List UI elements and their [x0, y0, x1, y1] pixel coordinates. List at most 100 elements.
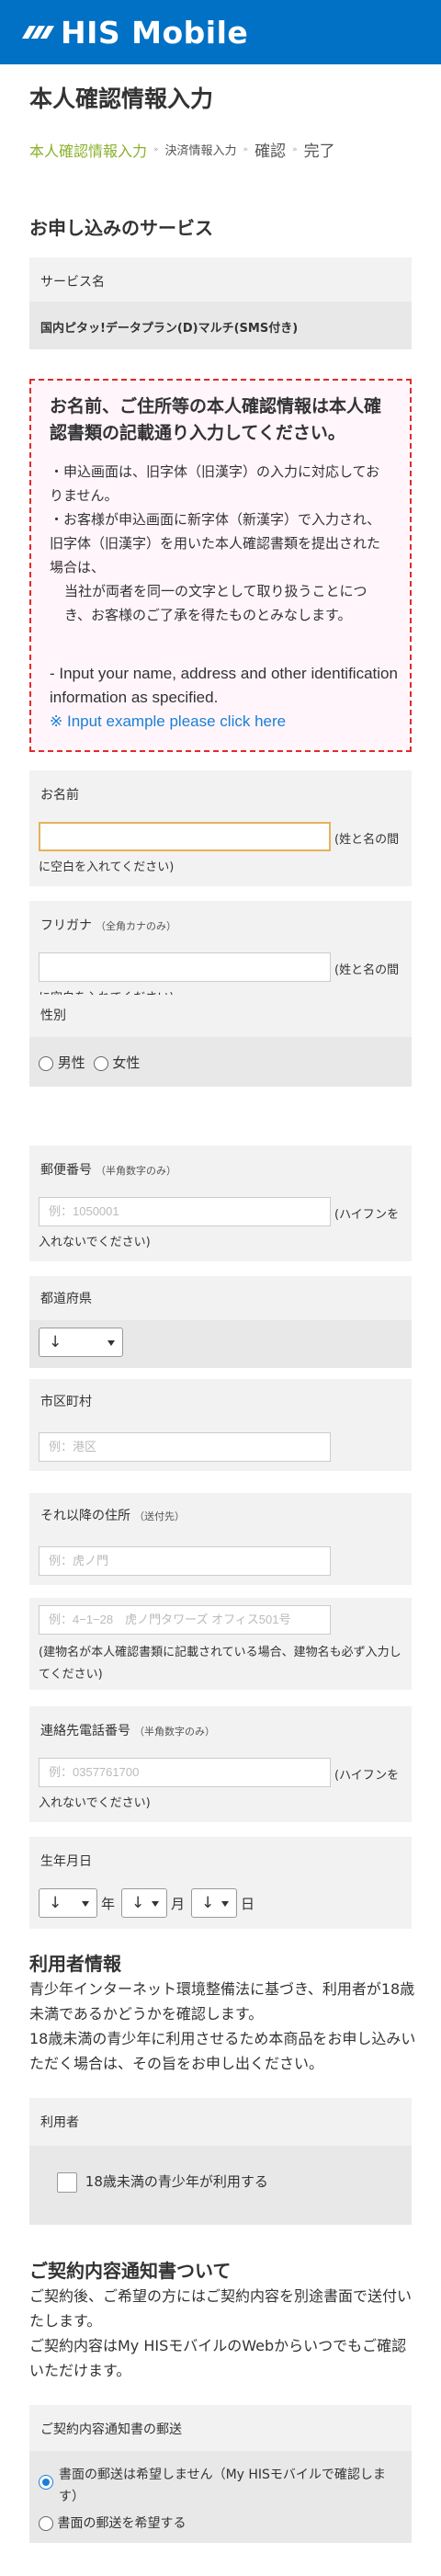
notice-title: お名前、ご住所等の本人確認情報は本人確認書類の記載通り入力してください。 — [50, 396, 382, 443]
phone-hint: （半角数字のみ） — [134, 1726, 215, 1738]
prefecture-select[interactable]: ↓ — [39, 1328, 123, 1357]
logo-swoosh-icon — [21, 24, 55, 40]
building-field-group: 例：4−1−28 虎ノ門タワーズ オフィス501号 (建物名が本人確認書類に記載… — [29, 1598, 412, 1690]
name-note: (姓と名の間 — [334, 833, 400, 847]
address-label: それ以降の住所 （送付先） — [40, 1506, 185, 1524]
furigana-label: フリガナ （全角カナのみ） — [40, 916, 176, 934]
city-field-group: 市区町村 例：港区 — [29, 1379, 412, 1471]
under18-label[interactable]: 18歳未満の青少年が利用する — [85, 2173, 268, 2190]
birth-month-value: ↓ — [131, 1894, 145, 1912]
gender-male-label[interactable]: 男性 — [58, 1054, 85, 1071]
breadcrumb-step-complete: 完了 — [303, 142, 335, 161]
user-info-text-1: 青少年インターネット環境整備法に基づき、利用者が18歳未満であるかどうかを確認し… — [29, 1980, 415, 2023]
address-hint: （送付先） — [134, 1510, 185, 1522]
gender-label: 性別 — [40, 1009, 66, 1023]
postal-note-continued: 入れないでください) — [39, 1236, 151, 1249]
under18-checkbox[interactable] — [57, 2171, 77, 2193]
name-input[interactable] — [39, 822, 331, 851]
address-input[interactable]: 例：虎ノ門 — [39, 1546, 331, 1576]
site-header: HIS Mobile — [0, 0, 441, 64]
service-name-label: サービス名 — [40, 275, 105, 290]
contract-text-1: ご契約後、ご希望の方にはご契約内容を別途書面で送付いたします。 — [29, 2287, 413, 2330]
breadcrumb-separator-icon: » — [292, 144, 298, 154]
notice-english-text: - Input your name, address and other ide… — [50, 665, 398, 706]
name-label: お名前 — [40, 788, 79, 803]
contract-text: ご契約後、ご希望の方にはご契約内容を別途書面で送付いたします。 ご契約内容はMy… — [29, 2284, 419, 2383]
chevron-down-icon — [82, 1901, 89, 1907]
name-note-continued: に空白を入れてください) — [39, 861, 175, 874]
address-label-text: それ以降の住所 — [40, 1509, 130, 1523]
input-example-link[interactable]: ※ Input example please click here — [50, 710, 410, 734]
birth-year-select[interactable]: ↓ — [39, 1888, 97, 1918]
chevron-down-icon — [221, 1901, 229, 1907]
furigana-note: (姓と名の間 — [334, 963, 400, 977]
service-section-title: お申し込みのサービス — [29, 217, 213, 239]
postal-hint: （半角数字のみ） — [96, 1165, 176, 1177]
postal-label: 郵便番号 （半角数字のみ） — [40, 1160, 176, 1179]
service-name-value: 国内ピタッ!データプラン(D)マルチ(SMS付き) — [40, 322, 299, 336]
his-mobile-logo[interactable]: HIS Mobile — [21, 14, 249, 51]
user-info-text-2: 18歳未満の青少年に利用させるため本商品をお申し込みいただく場合は、その旨をお申… — [29, 2030, 416, 2072]
gender-male-radio[interactable] — [39, 1055, 53, 1071]
birth-month-unit: 月 — [171, 1896, 186, 1912]
furigana-hint: （全角カナのみ） — [96, 920, 176, 932]
birth-day-unit: 日 — [241, 1896, 255, 1912]
address-field-group: それ以降の住所 （送付先） 例：虎ノ門 — [29, 1493, 412, 1585]
furigana-input[interactable] — [39, 952, 331, 982]
phone-input[interactable]: 例：0357761700 — [39, 1758, 331, 1787]
breadcrumb-separator-icon: » — [243, 144, 249, 154]
phone-note: (ハイフンを — [334, 1769, 400, 1783]
user-info-text: 青少年インターネット環境整備法に基づき、利用者が18歳未満であるかどうかを確認し… — [29, 1977, 419, 2076]
contract-option-mail[interactable]: 書面の郵送を希望する — [39, 2513, 186, 2532]
furigana-label-text: フリガナ — [40, 918, 92, 933]
breadcrumb-step-payment: 決済情報入力 — [164, 144, 237, 158]
breadcrumb-step-identity: 本人確認情報入力 — [29, 142, 148, 160]
birth-year-unit: 年 — [101, 1896, 116, 1912]
user-field-group: 利用者 18歳未満の青少年が利用する — [29, 2098, 412, 2225]
breadcrumb: 本人確認情報入力 » 決済情報入力 » 確認 » 完了 — [29, 138, 335, 162]
name-field-group: お名前 (姓と名の間 に空白を入れてください) — [29, 770, 412, 886]
birthday-field-group: 生年月日 ↓ 年 ↓ 月 ↓ 日 — [29, 1837, 412, 1929]
prefecture-select-value: ↓ — [49, 1333, 62, 1351]
birth-month-select[interactable]: ↓ — [121, 1888, 167, 1918]
notice-bullet-old-kanji: ・申込画面は、旧字体（旧漢字）の入力に対応しておりません。 — [50, 463, 380, 504]
page-title: 本人確認情報入力 — [29, 85, 214, 112]
prefecture-field-group: 都道府県 ↓ — [29, 1276, 412, 1368]
chevron-down-icon — [152, 1901, 159, 1907]
user-info-title: 利用者情報 — [29, 1953, 121, 1975]
gender-options: 男性 女性 — [39, 1053, 140, 1072]
notice-bullet-new-kanji: ・お客様が申込画面に新字体（新漢字）で入力され、旧字体（旧漢字）を用いた本人確認… — [50, 511, 381, 576]
breadcrumb-step-confirm: 確認 — [254, 142, 287, 161]
user-label: 利用者 — [40, 2115, 79, 2130]
no-mail-radio[interactable] — [39, 2475, 53, 2490]
birth-year-value: ↓ — [49, 1894, 62, 1912]
birth-day-value: ↓ — [201, 1894, 215, 1912]
gender-female-radio[interactable] — [93, 1055, 108, 1071]
no-mail-label[interactable]: 書面の郵送は希望しません（My HISモバイルで確認します） — [59, 2464, 404, 2508]
mail-radio[interactable] — [39, 2516, 53, 2531]
prefecture-label: 都道府県 — [40, 1292, 92, 1306]
city-input[interactable]: 例：港区 — [39, 1432, 331, 1462]
building-input[interactable]: 例：4−1−28 虎ノ門タワーズ オフィス501号 — [39, 1605, 331, 1635]
postal-input[interactable]: 例：1050001 — [39, 1197, 331, 1226]
city-label: 市区町村 — [40, 1395, 92, 1409]
notice-body: ・申込画面は、旧字体（旧漢字）の入力に対応しておりません。 ・お客様が申込画面に… — [50, 460, 391, 627]
gender-female-label[interactable]: 女性 — [112, 1054, 140, 1071]
logo-text: HIS Mobile — [61, 14, 249, 51]
gender-field-group: 性別 男性 女性 — [29, 995, 412, 1087]
phone-note-continued: 入れないでください) — [39, 1796, 151, 1810]
contract-option-no-mail[interactable]: 書面の郵送は希望しません（My HISモバイルで確認します） — [39, 2464, 404, 2508]
mail-label[interactable]: 書面の郵送を希望する — [57, 2516, 186, 2531]
postal-label-text: 郵便番号 — [40, 1163, 92, 1178]
breadcrumb-separator-icon: » — [153, 144, 159, 154]
phone-field-group: 連絡先電話番号 （半角数字のみ） 例：0357761700 (ハイフンを 入れない… — [29, 1706, 412, 1822]
notice-english: - Input your name, address and other ide… — [50, 662, 410, 734]
postal-field-group: 郵便番号 （半角数字のみ） 例：1050001 (ハイフンを 入れないでください) — [29, 1146, 412, 1261]
phone-label: 連絡先電話番号 （半角数字のみ） — [40, 1721, 215, 1739]
contract-mail-field-group: ご契約内容通知書の郵送 書面の郵送は希望しません（My HISモバイルで確認しま… — [29, 2405, 412, 2543]
birth-day-select[interactable]: ↓ — [191, 1888, 237, 1918]
contract-text-2: ご契約内容はMy HISモバイルのWebからいつでもご確認いただけます。 — [29, 2337, 407, 2379]
contract-mail-label: ご契約内容通知書の郵送 — [40, 2422, 182, 2437]
notice-bullet-new-kanji-continued: 当社が両者を同一の文字として取り扱うことにつき、お客様のご了承を得たものとみなし… — [64, 583, 368, 623]
under18-option[interactable]: 18歳未満の青少年が利用する — [57, 2171, 268, 2193]
